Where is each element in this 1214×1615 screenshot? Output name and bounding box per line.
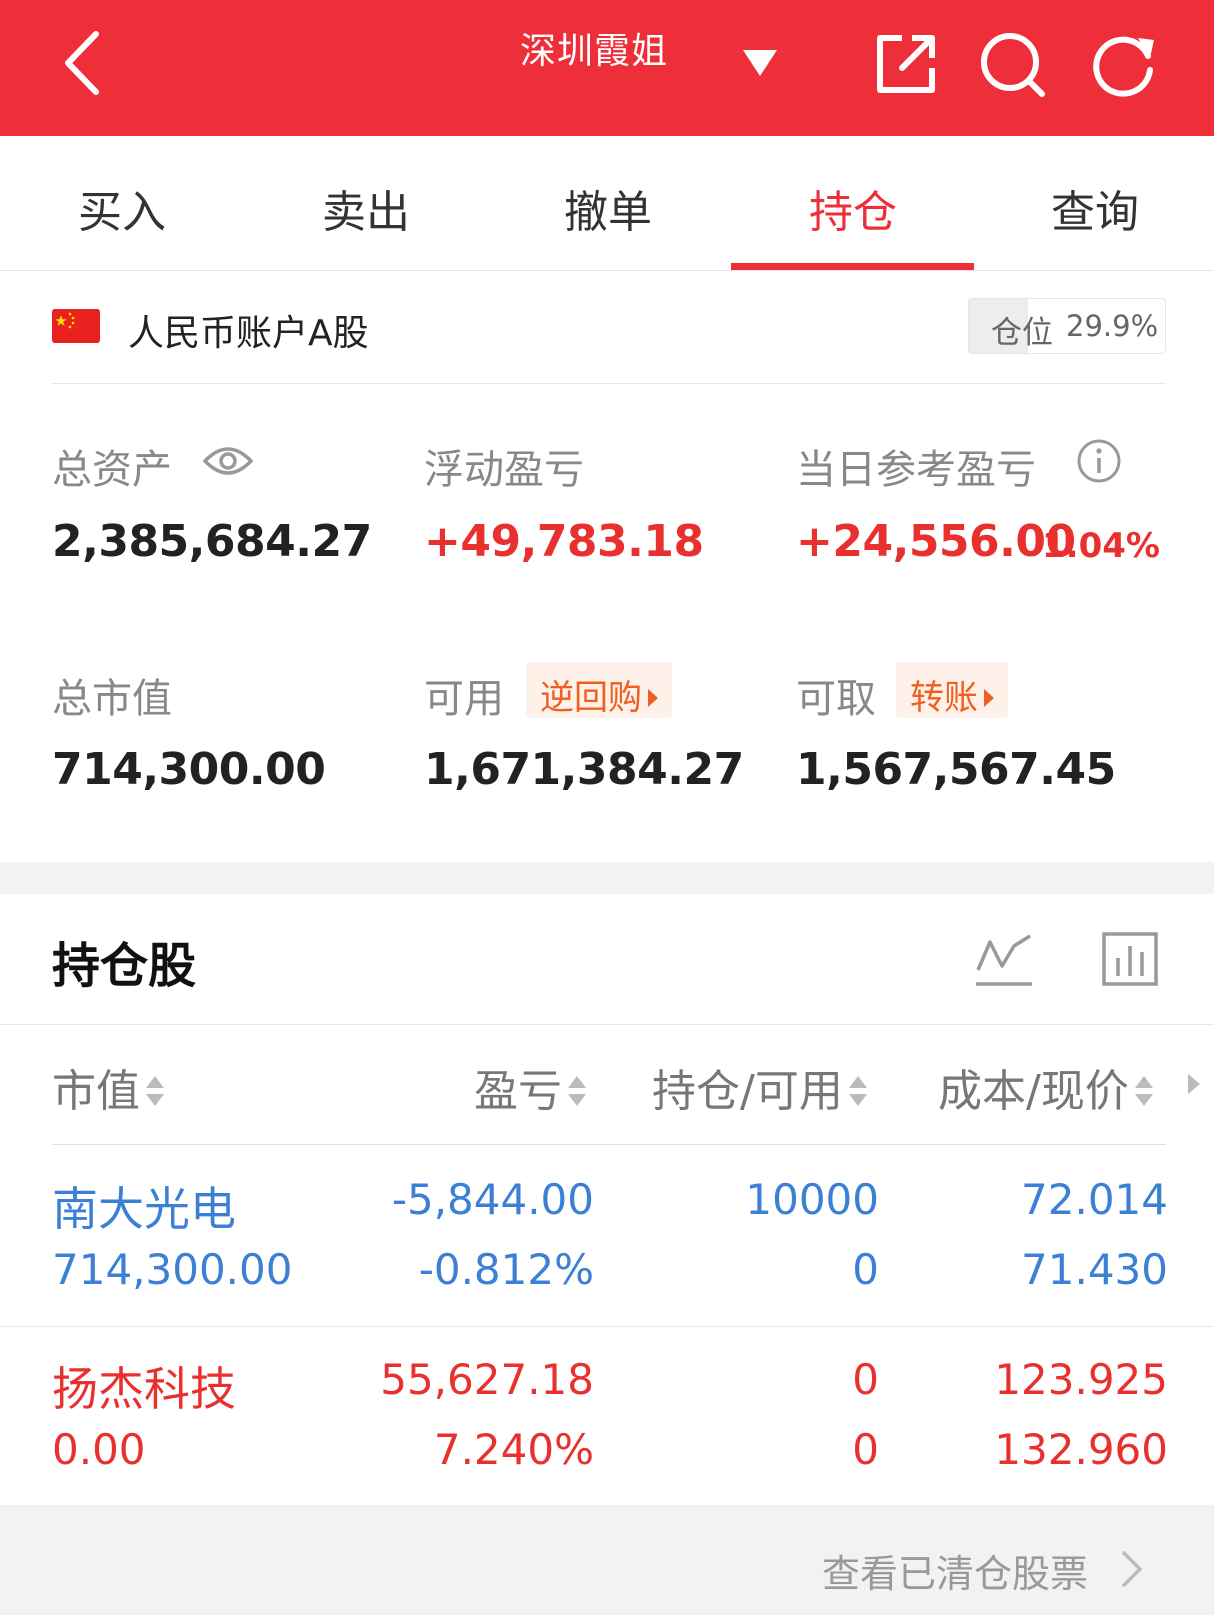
stock-pl: -5,844.00 <box>391 1175 594 1224</box>
bar-chart-icon[interactable] <box>1100 930 1160 988</box>
sort-icon <box>847 1074 869 1110</box>
floating-pl-label: 浮动盈亏 <box>424 447 584 493</box>
stock-pl-percent: -0.812% <box>418 1245 594 1294</box>
stock-holding: 10000 <box>745 1175 879 1224</box>
stock-available: 0 <box>852 1245 879 1294</box>
transfer-label: 转账 <box>910 678 978 718</box>
tab-query[interactable]: 查询 <box>973 176 1214 240</box>
tab-buy[interactable]: 买入 <box>0 176 244 240</box>
line-chart-icon[interactable] <box>974 930 1034 988</box>
position-ratio-badge: 仓位 29.9% <box>968 298 1166 354</box>
account-row: 人民币账户A股 仓位 29.9% <box>0 271 1214 384</box>
daily-pl-percent: 1.04% <box>1042 526 1160 566</box>
stock-name: 扬杰科技 <box>52 1362 236 1416</box>
daily-pl-value: +24,556.00 <box>796 516 1076 567</box>
column-market-value[interactable]: 市值 <box>52 1055 166 1119</box>
reverse-repo-label: 逆回购 <box>540 678 642 718</box>
tab-sell[interactable]: 卖出 <box>244 176 488 240</box>
chevron-right-icon[interactable] <box>1118 1547 1146 1591</box>
position-value: 29.9% <box>1066 309 1159 343</box>
china-flag-icon <box>52 309 100 343</box>
stock-cost: 123.925 <box>994 1355 1168 1404</box>
stock-price: 71.430 <box>1021 1245 1168 1294</box>
section-separator <box>0 862 1214 894</box>
play-triangle-icon <box>648 689 658 707</box>
stock-available: 0 <box>852 1425 879 1474</box>
divider <box>0 1024 1214 1025</box>
market-value-label: 总市值 <box>52 676 172 722</box>
account-title[interactable]: 深圳霞姐 <box>520 22 668 74</box>
stock-cost: 72.014 <box>1021 1175 1168 1224</box>
reverse-repo-button[interactable]: 逆回购 <box>526 662 672 718</box>
withdrawable-label: 可取 <box>796 676 876 722</box>
stock-market-value: 714,300.00 <box>52 1245 293 1294</box>
info-icon[interactable] <box>1076 438 1122 484</box>
withdrawable-value: 1,567,567.45 <box>796 744 1116 795</box>
total-assets-value: 2,385,684.27 <box>52 516 372 567</box>
available-value: 1,671,384.27 <box>424 744 744 795</box>
daily-pl-label: 当日参考盈亏 <box>796 447 1036 493</box>
view-cleared-stocks-link[interactable]: 查看已清仓股票 <box>822 1543 1088 1598</box>
stock-pl-percent: 7.240% <box>433 1425 594 1474</box>
stock-market-value: 0.00 <box>52 1425 146 1474</box>
account-name: 人民币账户A股 <box>128 313 369 354</box>
tab-cancel[interactable]: 撤单 <box>486 176 730 240</box>
share-icon[interactable] <box>872 30 940 98</box>
divider <box>52 383 1166 384</box>
holdings-title: 持仓股 <box>52 938 197 994</box>
transfer-button[interactable]: 转账 <box>896 662 1008 718</box>
cleared-stocks-footer: 查看已清仓股票 <box>0 1505 1214 1615</box>
table-row[interactable]: 南大光电 714,300.00 -5,844.00 -0.812% 10000 … <box>0 1145 1214 1326</box>
stock-name: 南大光电 <box>52 1182 236 1236</box>
sort-icon <box>566 1074 588 1110</box>
position-label: 仓位 <box>991 315 1053 351</box>
trade-tabs: 买入 卖出 撤单 持仓 查询 <box>0 136 1214 271</box>
total-assets-label: 总资产 <box>52 447 172 493</box>
eye-icon[interactable] <box>202 443 254 479</box>
sort-icon <box>1133 1074 1155 1110</box>
column-cost-price[interactable]: 成本/现价 <box>938 1055 1155 1119</box>
top-bar: 深圳霞姐 <box>0 0 1214 136</box>
refresh-icon[interactable] <box>1090 30 1158 98</box>
column-holding-available[interactable]: 持仓/可用 <box>652 1055 869 1119</box>
market-value: 714,300.00 <box>52 744 326 795</box>
more-columns-arrow-icon[interactable] <box>1188 1074 1200 1094</box>
floating-pl-value: +49,783.18 <box>424 516 704 567</box>
dropdown-caret-icon[interactable] <box>743 48 777 78</box>
table-row[interactable]: 扬杰科技 0.00 55,627.18 7.240% 0 0 123.925 1… <box>0 1327 1214 1505</box>
stock-holding: 0 <box>852 1355 879 1404</box>
stock-pl: 55,627.18 <box>380 1355 594 1404</box>
play-triangle-icon <box>984 689 994 707</box>
active-tab-indicator <box>731 263 974 270</box>
back-arrow-icon[interactable] <box>58 28 108 98</box>
sort-icon <box>144 1074 166 1110</box>
search-icon[interactable] <box>978 30 1046 98</box>
column-pl[interactable]: 盈亏 <box>474 1055 588 1119</box>
available-label: 可用 <box>424 676 504 722</box>
stock-price: 132.960 <box>994 1425 1168 1474</box>
tab-positions[interactable]: 持仓 <box>731 176 975 240</box>
